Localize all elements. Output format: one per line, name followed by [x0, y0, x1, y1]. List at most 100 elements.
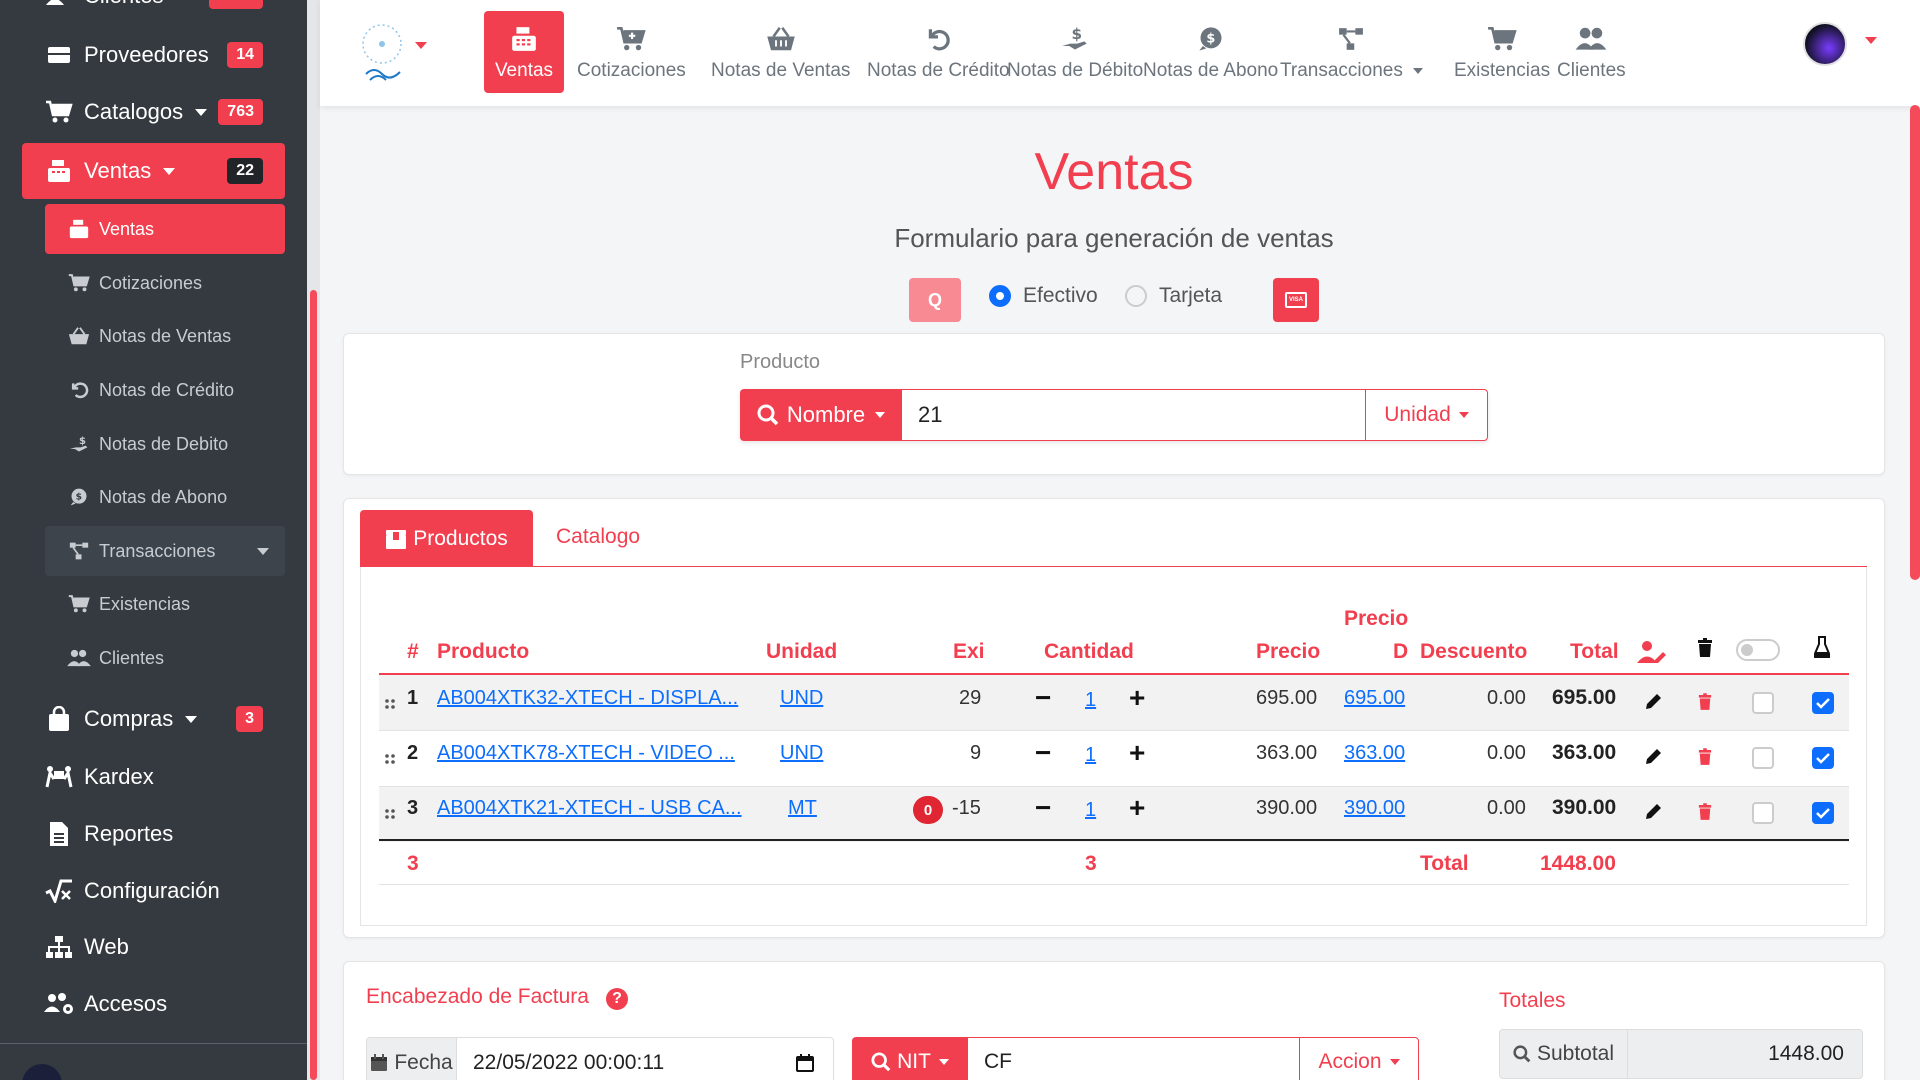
sidebar-scrollbar-thumb[interactable] [310, 290, 317, 1080]
sidebar-sub-clientes[interactable]: Clientes [45, 633, 285, 683]
page-scrollbar-thumb[interactable] [1910, 105, 1920, 580]
qty-plus-button[interactable]: + [1129, 792, 1145, 824]
sidebar-item-catalogos[interactable]: Catalogos 763 [22, 84, 285, 140]
app-logo[interactable] [360, 22, 406, 84]
th-producto[interactable]: Producto [437, 640, 529, 664]
unit-dropdown-button[interactable]: Unidad [1365, 389, 1488, 441]
row-product-link[interactable]: AB004XTK32-XTECH - DISPLA... [437, 687, 738, 710]
tab-catalogo[interactable]: Catalogo [556, 525, 640, 549]
date-input[interactable]: 22/05/2022 00:00:11 [457, 1038, 833, 1080]
row-qty-link[interactable]: 1 [1085, 799, 1096, 822]
radio-efectivo-dot[interactable] [989, 285, 1011, 307]
th-cantidad[interactable]: Cantidad [1044, 640, 1134, 664]
sidebar-item-compras[interactable]: Compras 3 [22, 691, 285, 747]
qty-plus-button[interactable]: + [1129, 682, 1145, 714]
trash-icon[interactable] [1697, 638, 1713, 658]
drag-handle-icon[interactable] [384, 752, 396, 766]
row-checkbox-toggle[interactable] [1752, 747, 1774, 769]
pencil-icon[interactable] [1645, 692, 1663, 710]
drag-handle-icon[interactable] [384, 697, 396, 711]
nit-input[interactable]: CF [968, 1037, 1299, 1080]
help-icon[interactable]: ? [606, 988, 628, 1010]
cart-icon [65, 590, 93, 618]
delete-icon[interactable] [1698, 693, 1712, 711]
row-price-d-link[interactable]: 695.00 [1344, 687, 1405, 710]
nav-notas-credito[interactable]: Notas de Crédito [857, 11, 1020, 93]
logo-chevron-down-icon[interactable] [415, 42, 427, 49]
qty-minus-button[interactable]: − [1035, 682, 1051, 714]
sidebar-sub-notas-abono[interactable]: $ Notas de Abono [45, 472, 285, 522]
sidebar-sub-notas-ventas[interactable]: Notas de Ventas [45, 311, 285, 361]
nav-notas-abono[interactable]: $ Notas de Abono [1133, 11, 1288, 93]
nav-transacciones[interactable]: Transacciones [1270, 11, 1433, 93]
user-edit-icon[interactable] [1637, 640, 1667, 664]
nav-notas-ventas[interactable]: Notas de Ventas [701, 11, 860, 93]
row-unit-link[interactable]: UND [780, 687, 823, 710]
row-product-link[interactable]: AB004XTK78-XTECH - VIDEO ... [437, 742, 735, 765]
calendar-picker-icon[interactable] [795, 1053, 815, 1073]
sidebar-sub-transacciones[interactable]: Transacciones [45, 526, 285, 576]
row-price-d-link[interactable]: 363.00 [1344, 742, 1405, 765]
th-unidad[interactable]: Unidad [766, 640, 837, 664]
row-checkbox-toggle[interactable] [1752, 692, 1774, 714]
th-precio-d-bottom[interactable]: D [1393, 640, 1408, 664]
sidebar-scrollbar[interactable] [307, 0, 320, 1080]
nav-existencias[interactable]: Existencias [1444, 11, 1560, 93]
qty-minus-button[interactable]: − [1035, 737, 1051, 769]
tab-productos[interactable]: Productos [360, 510, 533, 567]
th-exi[interactable]: Exi [953, 640, 985, 664]
action-dropdown-button[interactable]: Accion [1299, 1037, 1419, 1080]
sidebar-user-avatar[interactable] [22, 1064, 62, 1080]
th-descuento[interactable]: Descuento [1420, 640, 1527, 664]
sidebar-item-proveedores[interactable]: Proveedores 14 [22, 27, 285, 83]
radio-tarjeta-dot[interactable] [1125, 285, 1147, 307]
sidebar-item-ventas[interactable]: Ventas 22 [22, 143, 285, 199]
flask-icon[interactable] [1814, 636, 1830, 658]
row-qty-link[interactable]: 1 [1085, 689, 1096, 712]
th-total[interactable]: Total [1570, 640, 1619, 664]
row-checkbox-selected[interactable] [1812, 802, 1834, 824]
row-qty-link[interactable]: 1 [1085, 744, 1096, 767]
pencil-icon[interactable] [1645, 802, 1663, 820]
sidebar-item-web[interactable]: Web [22, 919, 285, 975]
search-mode-button[interactable]: Nombre [740, 389, 902, 441]
qty-plus-button[interactable]: + [1129, 737, 1145, 769]
sidebar-item-clientes[interactable]: Clientes 3678 [22, 0, 285, 24]
row-price-d-link[interactable]: 390.00 [1344, 797, 1405, 820]
qty-minus-button[interactable]: − [1035, 792, 1051, 824]
th-precio-d-top[interactable]: Precio [1344, 607, 1408, 631]
delete-icon[interactable] [1698, 803, 1712, 821]
delete-icon[interactable] [1698, 748, 1712, 766]
row-checkbox-selected[interactable] [1812, 692, 1834, 714]
sidebar-sub-cotizaciones[interactable]: Cotizaciones [45, 258, 285, 308]
row-checkbox-toggle[interactable] [1752, 802, 1774, 824]
toggle-switch[interactable] [1736, 639, 1780, 661]
th-precio[interactable]: Precio [1256, 640, 1320, 664]
sidebar-sub-notas-debito[interactable]: $ Notas de Debito [45, 419, 285, 469]
product-search-input[interactable] [902, 389, 1365, 441]
row-unit-link[interactable]: UND [780, 742, 823, 765]
nav-cotizaciones[interactable]: Cotizaciones [567, 11, 696, 93]
row-checkbox-selected[interactable] [1812, 747, 1834, 769]
drag-handle-icon[interactable] [384, 807, 396, 821]
pencil-icon[interactable] [1645, 747, 1663, 765]
radio-efectivo[interactable]: Efectivo [989, 284, 1098, 308]
sidebar-item-configuracion[interactable]: Configuración [22, 863, 285, 919]
user-chevron-down-icon[interactable] [1865, 37, 1877, 44]
radio-tarjeta[interactable]: Tarjeta [1125, 284, 1222, 308]
nit-search-button[interactable]: NIT [852, 1037, 968, 1080]
row-product-link[interactable]: AB004XTK21-XTECH - USB CA... [437, 797, 742, 820]
sidebar-item-kardex[interactable]: Kardex [22, 749, 285, 805]
sidebar-item-reportes[interactable]: Reportes [22, 806, 285, 862]
sidebar-item-accesos[interactable]: Accesos [22, 976, 285, 1032]
nav-clientes[interactable]: Clientes [1547, 11, 1636, 93]
nav-ventas[interactable]: Ventas [484, 11, 564, 93]
sidebar-sub-ventas[interactable]: Ventas [45, 204, 285, 254]
card-payment-button[interactable]: VISA [1273, 278, 1319, 322]
sidebar-sub-notas-credito[interactable]: Notas de Crédito [45, 365, 285, 415]
cash-currency-button[interactable]: Q [909, 278, 961, 322]
user-avatar[interactable] [1803, 22, 1847, 66]
sidebar-sub-existencias[interactable]: Existencias [45, 579, 285, 629]
row-unit-link[interactable]: MT [788, 797, 817, 820]
nav-notas-debito[interactable]: $ Notas de Débito [997, 11, 1153, 93]
